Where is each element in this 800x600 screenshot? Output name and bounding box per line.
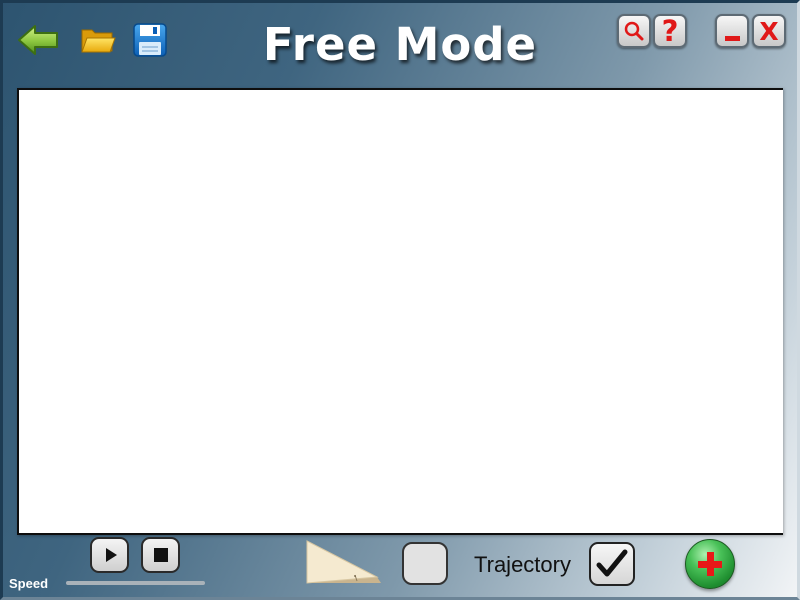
floppy-disk-icon — [133, 23, 167, 57]
speed-slider[interactable] — [66, 581, 205, 585]
play-icon — [106, 548, 117, 562]
stop-button[interactable] — [141, 537, 180, 573]
speed-label: Speed — [9, 576, 49, 591]
page-title: Free Mode — [262, 18, 538, 71]
trajectory-checkbox[interactable] — [589, 542, 635, 586]
inclined-plane-icon — [306, 540, 381, 584]
add-object-button[interactable] — [685, 539, 735, 589]
play-button[interactable] — [90, 537, 129, 573]
checkmark-icon — [596, 549, 628, 577]
close-icon: X — [759, 16, 779, 46]
open-button[interactable] — [76, 18, 120, 62]
save-button[interactable] — [128, 18, 172, 62]
stop-icon — [153, 548, 168, 562]
search-button[interactable] — [617, 14, 651, 48]
help-button[interactable]: ? — [653, 14, 687, 48]
close-button[interactable]: X — [752, 14, 786, 48]
minimize-button[interactable] — [715, 14, 749, 48]
trajectory-label: Trajectory — [474, 552, 571, 577]
minimize-icon — [724, 35, 740, 41]
back-button[interactable] — [16, 18, 60, 62]
help-icon: ? — [661, 14, 679, 48]
simulation-canvas[interactable] — [17, 88, 783, 535]
back-arrow-icon — [18, 25, 58, 55]
shape-tool-button[interactable] — [402, 542, 448, 585]
folder-open-icon — [81, 29, 116, 53]
magnifier-icon — [624, 21, 644, 41]
ramp-tool-button[interactable] — [305, 539, 383, 586]
